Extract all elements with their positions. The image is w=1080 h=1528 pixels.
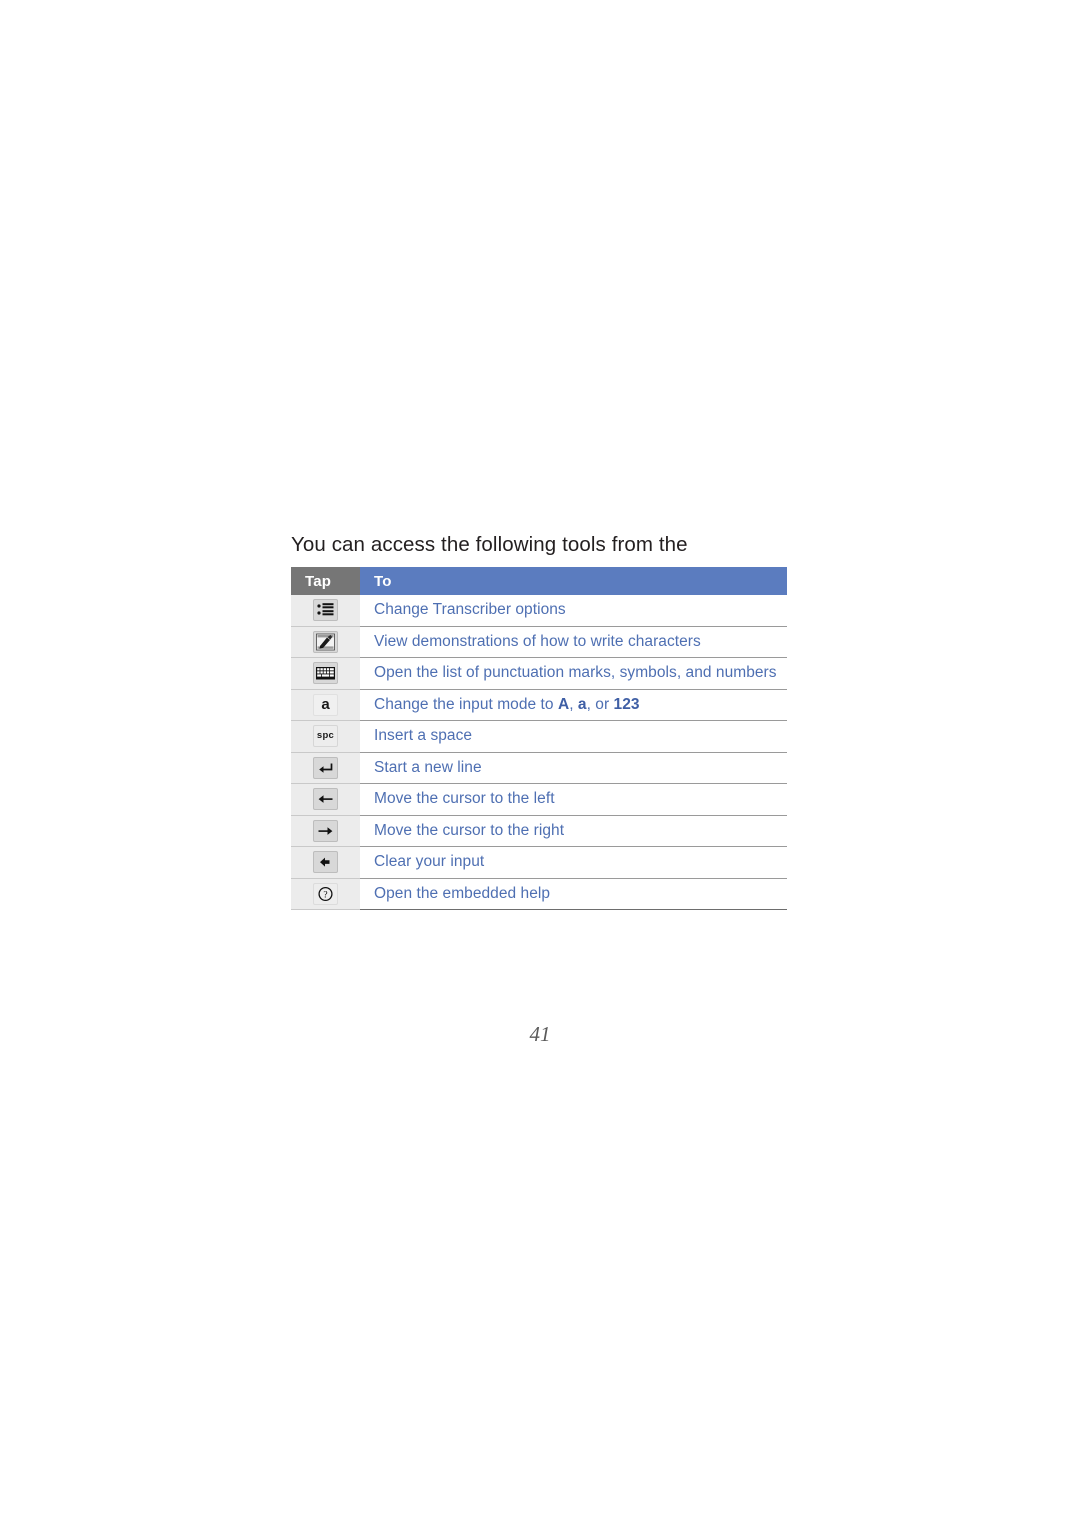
svg-text:?: ? (323, 890, 327, 900)
tap-cell (291, 846, 360, 879)
backspace-clear-icon (313, 851, 338, 874)
table-body: Change Transcriber options View demonstr… (291, 595, 787, 910)
input-mode-sep-2: , or (586, 695, 614, 713)
help-question-icon: ? (313, 882, 338, 905)
tap-description: View demonstrations of how to write char… (360, 626, 787, 658)
arrow-left-icon (313, 788, 338, 811)
tap-description: Clear your input (360, 846, 787, 879)
pen-demo-icon (313, 630, 338, 653)
transcriber-toolbar-table: Tap To Change Transcriber options View d… (291, 567, 787, 910)
tap-cell (291, 626, 360, 658)
tap-cell (291, 752, 360, 784)
table-row: View demonstrations of how to write char… (291, 626, 787, 658)
enter-return-icon (313, 756, 338, 779)
table-header-row: Tap To (291, 567, 787, 595)
input-mode-upper: A (557, 695, 570, 713)
table-row: Clear your input (291, 846, 787, 879)
tap-description: Open the embedded help (360, 878, 787, 910)
table-row: Move the cursor to the right (291, 815, 787, 847)
tap-cell (291, 657, 360, 690)
table-row: spc Insert a space (291, 720, 787, 753)
table-row: Move the cursor to the left (291, 783, 787, 816)
list-options-icon (313, 599, 338, 622)
tap-description: Change the input mode to A, a, or 123 (360, 689, 787, 721)
tap-cell (291, 783, 360, 816)
tap-description: Move the cursor to the right (360, 815, 787, 847)
letter-a-icon: a (313, 693, 338, 716)
table-row: a Change the input mode to A, a, or 123 (291, 689, 787, 721)
tap-description: Start a new line (360, 752, 787, 784)
tap-cell: a (291, 689, 360, 721)
tap-description: Open the list of punctuation marks, symb… (360, 657, 787, 690)
page-number: 41 (529, 1022, 551, 1046)
tap-description: Change Transcriber options (360, 595, 787, 627)
keyboard-icon (313, 662, 338, 685)
tap-description: Move the cursor to the left (360, 783, 787, 816)
input-mode-prefix: Change the input mode to (374, 695, 558, 713)
table-row: Open the list of punctuation marks, symb… (291, 657, 787, 690)
table-row: Start a new line (291, 752, 787, 784)
column-header-to: To (360, 567, 787, 595)
table-row: ? Open the embedded help (291, 878, 787, 910)
column-header-tap: Tap (291, 567, 360, 595)
tap-description: Insert a space (360, 720, 787, 753)
tap-cell: ? (291, 878, 360, 910)
tap-cell (291, 815, 360, 847)
input-mode-numeric: 123 (613, 695, 640, 713)
tap-cell: spc (291, 720, 360, 753)
table-row: Change Transcriber options (291, 595, 787, 627)
input-mode-lower: a (577, 695, 587, 713)
table-header: Tap To (291, 567, 787, 595)
tap-cell (291, 595, 360, 627)
space-key-icon: spc (313, 725, 338, 748)
input-mode-sep-1: , (569, 695, 578, 713)
document-page: You can access the following tools from … (0, 0, 1080, 1528)
arrow-right-icon (313, 819, 338, 842)
